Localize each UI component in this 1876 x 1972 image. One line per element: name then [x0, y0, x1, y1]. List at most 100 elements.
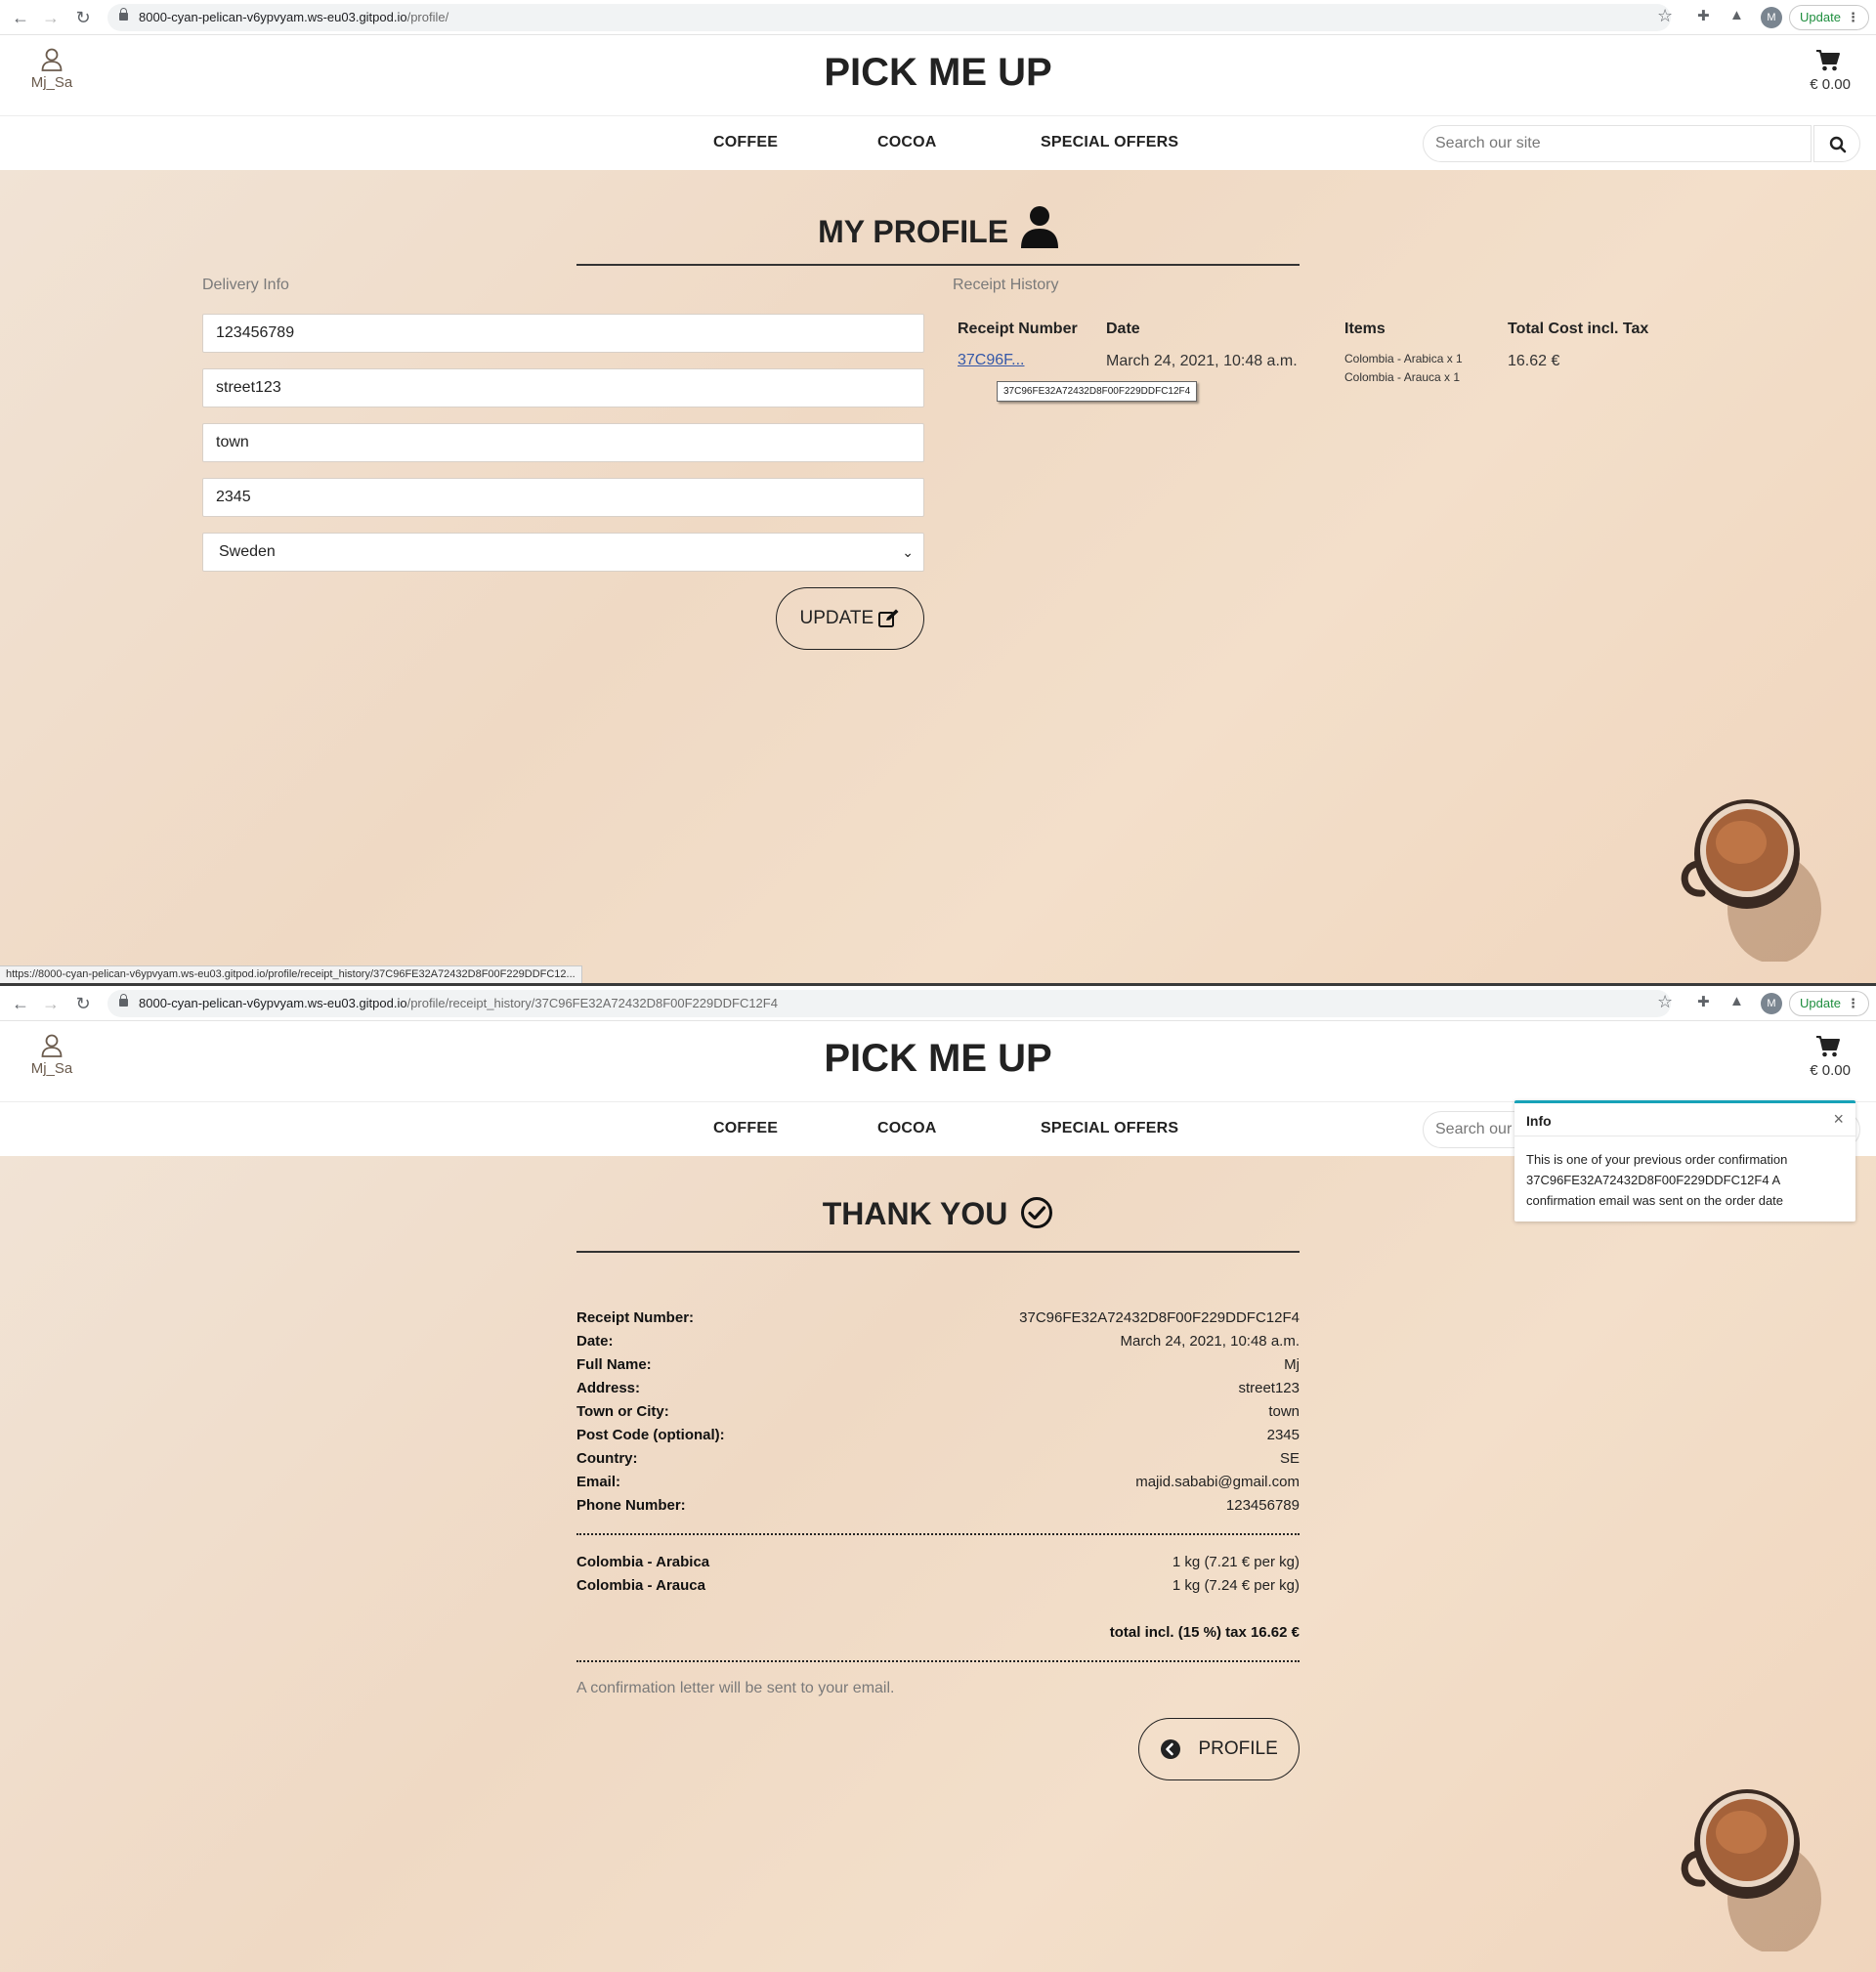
forward-arrow-icon[interactable]: → [41, 8, 61, 27]
detail-value-full-name: Mj [1284, 1356, 1300, 1373]
title-divider [576, 1251, 1300, 1253]
back-arrow-icon[interactable]: ← [11, 994, 30, 1013]
status-bar-url: https://8000-cyan-pelican-v6ypvyam.ws-eu… [0, 965, 582, 983]
coffee-cup-image [1681, 1789, 1821, 1951]
title-divider [576, 264, 1300, 266]
close-icon[interactable]: × [1833, 1109, 1844, 1130]
chevron-down-icon: ⌄ [902, 544, 914, 560]
detail-label-town: Town or City: [576, 1403, 669, 1420]
address-url: 8000-cyan-pelican-v6ypvyam.ws-eu03.gitpo… [139, 10, 449, 24]
cart-link[interactable]: € 0.00 [1810, 1035, 1851, 1079]
col-header-receipt-number: Receipt Number [958, 321, 1078, 337]
search-button[interactable] [1813, 125, 1860, 162]
browser-update-button[interactable]: Update ⋮ [1789, 5, 1869, 30]
town-field[interactable]: town [202, 423, 924, 462]
postcode-field[interactable]: 2345 [202, 478, 924, 517]
user-solid-icon [1020, 206, 1058, 248]
bookmark-star-icon[interactable]: ☆ [1657, 992, 1673, 1012]
toast-title: Info [1526, 1113, 1552, 1129]
col-header-items: Items [1344, 321, 1386, 337]
nav-special-offers[interactable]: SPECIAL OFFERS [1041, 134, 1178, 151]
street-address-field[interactable]: street123 [202, 368, 924, 407]
receipt-screenshot: ← → ↻ 8000-cyan-pelican-v6ypvyam.ws-eu03… [0, 986, 1876, 1972]
nav-cocoa[interactable]: COCOA [877, 1120, 937, 1137]
back-arrow-icon[interactable]: ← [11, 8, 30, 27]
dotted-divider [576, 1660, 1300, 1662]
phone-number-field[interactable]: 123456789 [202, 314, 924, 353]
profile-screenshot: ← → ↻ 8000-cyan-pelican-v6ypvyam.ws-eu03… [0, 0, 1876, 983]
main-navigation: COFFEE COCOA SPECIAL OFFERS [0, 115, 1876, 170]
order-item-quantity: 1 kg (7.21 € per kg) [1172, 1554, 1300, 1570]
reload-icon[interactable]: ↻ [73, 8, 93, 27]
site-logo[interactable]: PICK ME UP [0, 51, 1876, 95]
detail-value-receipt-number: 37C96FE32A72432D8F00F229DDFC12F4 [1019, 1309, 1300, 1326]
detail-value-postcode: 2345 [1266, 1427, 1300, 1443]
detail-value-email: majid.sababi@gmail.com [1135, 1474, 1300, 1490]
nav-special-offers[interactable]: SPECIAL OFFERS [1041, 1120, 1178, 1137]
receipt-history-label: Receipt History [953, 277, 1059, 293]
detail-value-address: street123 [1238, 1380, 1300, 1396]
detail-label-full-name: Full Name: [576, 1356, 652, 1373]
detail-label-date: Date: [576, 1333, 614, 1350]
more-menu-icon: ⋮ [1847, 10, 1859, 24]
check-circle-icon [1021, 1197, 1053, 1228]
reload-icon[interactable]: ↻ [73, 994, 93, 1013]
labs-flask-icon[interactable]: ▲ [1729, 7, 1744, 23]
receipt-item-1: Colombia - Arabica x 1 [1344, 352, 1463, 365]
country-select[interactable]: Sweden ⌄ [202, 533, 924, 572]
search-input[interactable] [1423, 125, 1812, 162]
site-header: Mj_Sa PICK ME UP € 0.00 [0, 1021, 1876, 1101]
update-button[interactable]: UPDATE [776, 587, 924, 650]
address-bar[interactable]: 8000-cyan-pelican-v6ypvyam.ws-eu03.gitpo… [107, 990, 1671, 1017]
detail-label-address: Address: [576, 1380, 641, 1396]
site-header: Mj_Sa PICK ME UP € 0.00 [0, 35, 1876, 115]
coffee-cup-image [1681, 799, 1821, 962]
nav-coffee[interactable]: COFFEE [713, 134, 778, 151]
order-total: total incl. (15 %) tax 16.62 € [1109, 1624, 1300, 1641]
detail-label-country: Country: [576, 1450, 638, 1467]
receipt-date: March 24, 2021, 10:48 a.m. [1106, 353, 1298, 369]
detail-label-email: Email: [576, 1474, 621, 1490]
extensions-puzzle-icon[interactable]: ✚ [1697, 993, 1710, 1010]
search-icon [1829, 136, 1847, 153]
thank-you-title-text: THANK YOU [822, 1196, 1008, 1231]
nav-coffee[interactable]: COFFEE [713, 1120, 778, 1137]
back-to-profile-button[interactable]: PROFILE [1138, 1718, 1300, 1780]
receipt-number-link[interactable]: 37C96F... [958, 352, 1024, 369]
profile-title-text: MY PROFILE [818, 214, 1009, 249]
order-item-name: Colombia - Arauca [576, 1577, 705, 1594]
update-button-label: UPDATE [799, 608, 874, 628]
extensions-puzzle-icon[interactable]: ✚ [1697, 7, 1710, 24]
detail-value-date: March 24, 2021, 10:48 a.m. [1120, 1333, 1300, 1350]
page-background [0, 1156, 1876, 1972]
chevron-left-circle-icon [1161, 1738, 1181, 1759]
detail-value-town: town [1268, 1403, 1300, 1420]
cart-link[interactable]: € 0.00 [1810, 49, 1851, 93]
nav-cocoa[interactable]: COCOA [877, 134, 937, 151]
receipt-total: 16.62 € [1508, 353, 1560, 369]
order-item-quantity: 1 kg (7.24 € per kg) [1172, 1577, 1300, 1594]
detail-value-phone: 123456789 [1225, 1497, 1300, 1514]
back-to-profile-label: PROFILE [1198, 1738, 1278, 1759]
browser-update-label: Update [1800, 996, 1841, 1010]
cart-total: € 0.00 [1810, 1062, 1851, 1079]
browser-toolbar: ← → ↻ 8000-cyan-pelican-v6ypvyam.ws-eu03… [0, 986, 1876, 1021]
cart-total: € 0.00 [1810, 76, 1851, 93]
browser-profile-avatar[interactable]: M [1761, 993, 1782, 1014]
labs-flask-icon[interactable]: ▲ [1729, 993, 1744, 1009]
browser-update-button[interactable]: Update ⋮ [1789, 991, 1869, 1016]
browser-profile-avatar[interactable]: M [1761, 7, 1782, 28]
detail-label-postcode: Post Code (optional): [576, 1427, 725, 1443]
receipt-number-tooltip: 37C96FE32A72432D8F00F229DDFC12F4 [997, 381, 1198, 402]
receipt-item-2: Colombia - Arauca x 1 [1344, 370, 1461, 384]
delivery-info-label: Delivery Info [202, 277, 289, 293]
edit-icon [878, 609, 899, 627]
search-form [1423, 125, 1860, 162]
detail-label-receipt-number: Receipt Number: [576, 1309, 695, 1326]
country-selected-value: Sweden [219, 543, 276, 560]
bookmark-star-icon[interactable]: ☆ [1657, 6, 1673, 26]
more-menu-icon: ⋮ [1847, 996, 1859, 1010]
site-logo[interactable]: PICK ME UP [0, 1037, 1876, 1081]
address-bar[interactable]: 8000-cyan-pelican-v6ypvyam.ws-eu03.gitpo… [107, 4, 1671, 31]
forward-arrow-icon[interactable]: → [41, 994, 61, 1013]
